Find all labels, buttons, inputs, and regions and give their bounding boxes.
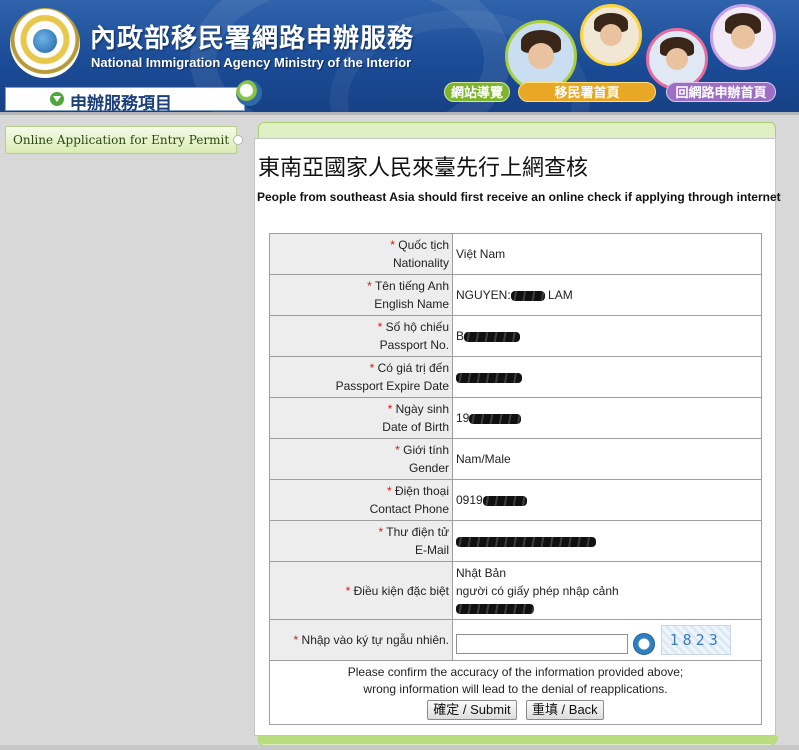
- back-button[interactable]: 重填 / Back: [525, 700, 604, 720]
- field-label: * Nhập vào ký tự ngẫu nhiên.: [269, 619, 453, 661]
- banner-photo: [580, 4, 642, 66]
- confirm-message-line1: Please confirm the accuracy of the infor…: [347, 665, 684, 679]
- service-tab-label: 申辦服務項目: [70, 94, 172, 112]
- dove-icon: [236, 80, 262, 106]
- special-condition-value: Nhật Bản người có giấy phép nhập cảnh: [452, 561, 762, 620]
- table-row: * Số hộ chiếu Passport No. B: [269, 315, 762, 357]
- contact-phone-value: 0919: [452, 479, 762, 521]
- captcha-image: 1823: [660, 625, 731, 655]
- submit-button[interactable]: 確定 / Submit: [427, 700, 517, 720]
- sidebar-tab-knob: [233, 135, 243, 145]
- table-row: * Có giá trị đến Passport Expire Date: [269, 356, 762, 398]
- redaction-mark: [456, 536, 596, 547]
- table-row: * Ngày sinh Date of Birth 19: [269, 397, 762, 439]
- chevron-down-icon: [50, 92, 64, 106]
- application-form-table: * Quốc tịch Nationality Việt Nam * Tên ti…: [269, 233, 762, 725]
- redaction-mark: [510, 290, 545, 301]
- table-row: * Tên tiếng Anh English Name NGUYEN: LAM: [269, 274, 762, 316]
- gender-value: Nam/Male: [452, 438, 762, 480]
- globe-icon: [33, 29, 57, 53]
- service-items-tab: 申辦服務項目: [5, 80, 262, 112]
- table-row: * Điều kiện đặc biệt Nhật Bản người có gi…: [269, 561, 762, 620]
- field-label: * Thư điện tử E-Mail: [269, 520, 453, 562]
- field-label: * Có giá trị đến Passport Expire Date: [269, 356, 453, 398]
- redaction-mark: [464, 331, 521, 342]
- sidebar-item-entry-permit[interactable]: Online Application for Entry Permit: [5, 126, 243, 154]
- banner-photo: [710, 4, 776, 70]
- sidebar-item-label: Online Application for Entry Permit: [13, 133, 230, 147]
- table-row: * Giới tính Gender Nam/Male: [269, 438, 762, 480]
- page-subtitle: People from southeast Asia should first …: [257, 190, 781, 204]
- page-bottom-border: [0, 745, 799, 750]
- refresh-captcha-icon[interactable]: [633, 633, 656, 655]
- field-label: * Tên tiếng Anh English Name: [269, 274, 453, 316]
- content-panel-footer: [258, 736, 778, 744]
- redaction-mark: [456, 372, 522, 383]
- table-row: Please confirm the accuracy of the infor…: [269, 660, 762, 725]
- field-label: * Ngày sinh Date of Birth: [269, 397, 453, 439]
- captcha-cell: 1823: [452, 619, 762, 661]
- nav-back-online-home[interactable]: 回網路申辦首頁: [666, 82, 776, 102]
- field-label: * Điện thoại Contact Phone: [269, 479, 453, 521]
- header-banner: 內政部移民署網路申辦服務 National Immigration Agency…: [0, 0, 799, 112]
- table-row: * Điện thoại Contact Phone 0919: [269, 479, 762, 521]
- field-label: * Giới tính Gender: [269, 438, 453, 480]
- passport-expire-value: [452, 356, 762, 398]
- email-value: [452, 520, 762, 562]
- nav-site-guide[interactable]: 網站導覽: [444, 82, 510, 102]
- field-label: * Quốc tịch Nationality: [269, 233, 453, 275]
- english-name-value: NGUYEN: LAM: [452, 274, 762, 316]
- date-of-birth-value: 19: [452, 397, 762, 439]
- captcha-input[interactable]: [456, 634, 628, 654]
- nationality-value: Việt Nam: [452, 233, 762, 275]
- redaction-mark: [482, 495, 527, 506]
- site-title-zh: 內政部移民署網路申辦服務: [90, 24, 415, 54]
- agency-logo[interactable]: [10, 8, 80, 78]
- header-divider: [0, 112, 799, 115]
- table-row: * Nhập vào ký tự ngẫu nhiên. 1823: [269, 619, 762, 661]
- redaction-mark: [469, 413, 522, 424]
- page-title: 東南亞國家人民來臺先行上網查核: [258, 156, 589, 181]
- table-row: * Thư điện tử E-Mail: [269, 520, 762, 562]
- field-label: * Điều kiện đặc biệt: [269, 561, 453, 620]
- field-label: * Số hộ chiếu Passport No.: [269, 315, 453, 357]
- table-row: * Quốc tịch Nationality Việt Nam: [269, 233, 762, 275]
- passport-no-value: B: [452, 315, 762, 357]
- banner-photo: [646, 28, 708, 90]
- redaction-mark: [456, 604, 534, 615]
- site-title-en: National Immigration Agency Ministry of …: [91, 55, 412, 70]
- confirm-message-line2: wrong information will lead to the denia…: [363, 682, 668, 696]
- confirm-cell: Please confirm the accuracy of the infor…: [269, 660, 762, 725]
- nav-agency-home[interactable]: 移民署首頁: [518, 82, 656, 102]
